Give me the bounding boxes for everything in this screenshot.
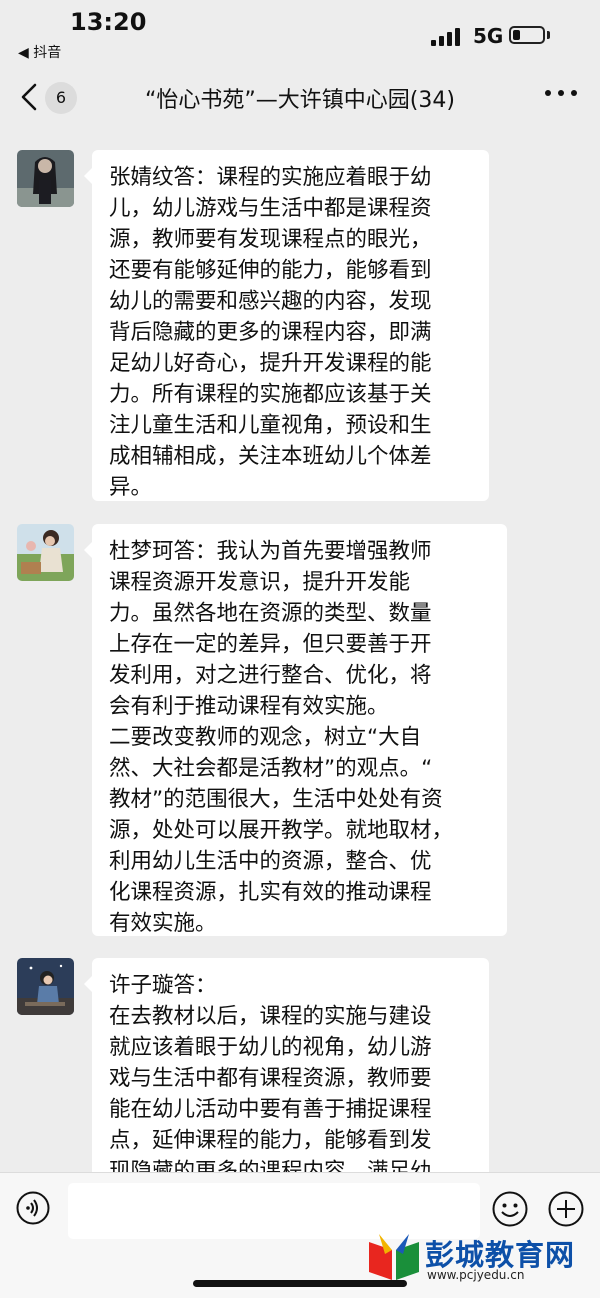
back-to-app-link[interactable]: ◀ 抖音	[18, 42, 61, 62]
message-bubble[interactable]: 张婧纹答：课程的实施应着眼于幼 儿，幼儿游戏与生活中都是课程资 源，教师要有发现…	[84, 150, 489, 501]
status-bar: 13:20 ◀ 抖音 5G	[0, 0, 600, 62]
avatar[interactable]	[17, 524, 74, 581]
watermark-url: www.pcjyedu.cn	[427, 1268, 525, 1282]
avatar-girl-night-icon	[17, 958, 74, 1015]
emoji-icon[interactable]	[492, 1191, 528, 1227]
signal-icon	[431, 28, 463, 46]
back-arrow-icon[interactable]	[18, 82, 42, 112]
chat-title: “怡心书苑”—大许镇中心园(34)	[145, 88, 455, 113]
battery-tip	[547, 31, 550, 39]
message-bubble[interactable]: 杜梦珂答：我认为首先要增强教师 课程资源开发意识，提升开发能 力。虽然各地在资源…	[84, 524, 507, 936]
network-type: 5G	[473, 24, 504, 48]
avatar[interactable]	[17, 958, 74, 1015]
status-time: 13:20	[70, 8, 147, 36]
book-logo-icon	[369, 1234, 419, 1280]
unread-count-badge[interactable]: 6	[45, 82, 77, 114]
avatar-girl-dark-icon	[17, 150, 74, 207]
plus-icon[interactable]	[548, 1191, 584, 1227]
battery-icon	[509, 26, 545, 44]
more-options-icon[interactable]	[545, 90, 577, 100]
chat-header: 6 “怡心书苑”—大许镇中心园(34)	[0, 62, 600, 130]
avatar-girl-field-icon	[17, 524, 74, 581]
watermark: 彭城教育网 www.pcjyedu.cn	[365, 1228, 595, 1284]
avatar[interactable]	[17, 150, 74, 207]
voice-input-icon[interactable]	[16, 1191, 50, 1225]
